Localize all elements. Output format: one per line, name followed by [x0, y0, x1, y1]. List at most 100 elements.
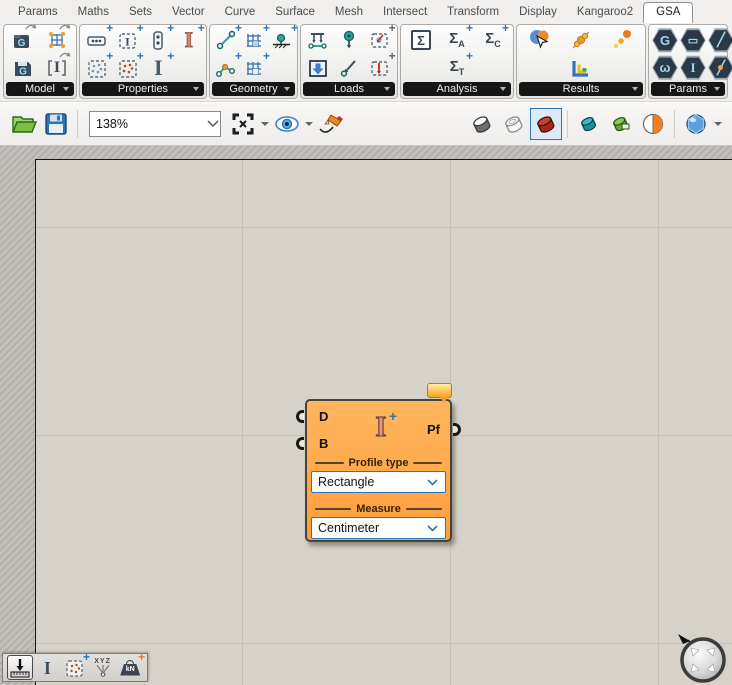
create-node-load-icon[interactable] [336, 55, 362, 81]
result-diagram-icon[interactable] [568, 27, 594, 53]
svg-text:G: G [19, 66, 27, 77]
toolbar-separator [674, 110, 675, 138]
profile-type-dropdown[interactable]: Rectangle [311, 471, 446, 493]
input-port-b[interactable] [296, 437, 304, 450]
create-catalogue-profile-icon[interactable]: I + [176, 27, 202, 53]
ribbon-gsa: G G I Model + I [0, 22, 732, 102]
preview-quality-button[interactable] [637, 108, 669, 140]
tab-transform[interactable]: Transform [437, 3, 509, 22]
preview-mesh-settings-button[interactable] [605, 108, 637, 140]
open-file-button[interactable] [8, 108, 40, 140]
svg-text:I: I [125, 35, 130, 49]
create-beam-load-icon[interactable] [305, 27, 331, 53]
xyz-point-tool-button[interactable]: XYZ [90, 655, 116, 680]
tab-mesh[interactable]: Mesh [325, 3, 373, 22]
analyse-model-icon[interactable]: Σ [408, 27, 434, 53]
result-layered-icon[interactable] [568, 55, 594, 81]
grasshopper-canvas[interactable]: D B Pf I + Profile type Rectangle Measur… [0, 146, 732, 685]
measure-dropdown[interactable]: Centimeter [311, 517, 446, 539]
create-material-icon[interactable]: + [115, 55, 141, 81]
create-grid-line-load-icon[interactable]: + [367, 55, 393, 81]
tab-kangaroo2[interactable]: Kangaroo2 [567, 3, 643, 22]
create-profile-icon[interactable]: I + [145, 55, 171, 81]
ribbon-group-geometry: + + + + + Geometry [209, 24, 298, 99]
output-label-pf: Pf [427, 422, 440, 437]
material-tool-button[interactable]: + [62, 655, 88, 680]
param-member1d-hex-icon[interactable]: ╱ [708, 55, 732, 81]
group-menu-results[interactable]: Results [519, 82, 643, 96]
tab-gsa[interactable]: GSA [643, 2, 693, 23]
save-gsa-model-icon[interactable]: G [10, 55, 36, 81]
param-element1d-hex-icon[interactable]: ╱ [708, 27, 732, 53]
create-spring-property-icon[interactable]: + [84, 55, 110, 81]
elevation-tool-button[interactable] [7, 655, 33, 680]
toolbar-separator [77, 110, 78, 138]
param-section-hex-icon[interactable]: I [680, 55, 706, 81]
profile-tool-button[interactable]: I [34, 655, 60, 680]
param-offset-hex-icon[interactable]: ω [652, 55, 678, 81]
section-header-profile-type: Profile type [315, 457, 442, 469]
param-model-hex-icon[interactable]: G [652, 27, 678, 53]
group-menu-properties[interactable]: Properties [82, 82, 204, 96]
create-gravity-load-icon[interactable] [305, 55, 331, 81]
redirect-arrow-icon [25, 23, 37, 31]
chevron-down-icon [426, 478, 439, 487]
display-style-caret[interactable] [714, 122, 722, 126]
tab-sets[interactable]: Sets [119, 3, 162, 22]
input-label-d: D [319, 409, 328, 424]
create-element2d-icon[interactable]: + [241, 55, 267, 81]
tab-display[interactable]: Display [509, 3, 567, 22]
open-gsa-model-icon[interactable]: G [10, 27, 36, 53]
zoom-extents-button[interactable] [227, 108, 259, 140]
preview-eye-button[interactable] [271, 108, 303, 140]
create-profile-icon: I + [363, 411, 399, 445]
gsa-section-brackets-icon[interactable]: I [44, 55, 70, 81]
tab-params[interactable]: Params [8, 3, 68, 22]
combo-chevron-icon[interactable] [206, 119, 220, 129]
tab-intersect[interactable]: Intersect [373, 3, 437, 22]
component-shortcut-bar: I + XYZ kN + [2, 653, 148, 682]
group-menu-geometry[interactable]: Geometry [212, 82, 295, 96]
group-menu-arrow-icon [284, 87, 290, 91]
redirect-arrow-icon [59, 51, 71, 59]
group-menu-analysis[interactable]: Analysis [403, 82, 511, 96]
select-result-icon[interactable] [527, 27, 553, 53]
tab-curve[interactable]: Curve [215, 3, 266, 22]
create-point-load-icon[interactable] [336, 27, 362, 53]
kn-load-tool-button[interactable]: kN + [117, 655, 143, 680]
canvas-trackball-widget[interactable] [670, 626, 732, 685]
display-style-button[interactable] [680, 108, 712, 140]
create-support-icon[interactable]: + [269, 27, 295, 53]
preview-options-caret[interactable] [305, 122, 313, 126]
preview-selected-button[interactable] [573, 108, 605, 140]
result-points-icon[interactable] [609, 27, 635, 53]
zoom-level-combobox[interactable] [89, 111, 221, 137]
gsa-model-grid-icon[interactable] [44, 27, 70, 53]
save-file-button[interactable] [40, 108, 72, 140]
preview-wireframe-button[interactable] [498, 108, 530, 140]
profile-type-value: Rectangle [318, 475, 374, 489]
message-balloon-icon[interactable] [427, 383, 452, 398]
preview-shaded-button[interactable] [530, 108, 562, 140]
tab-surface[interactable]: Surface [265, 3, 325, 22]
tab-vector[interactable]: Vector [162, 3, 215, 22]
gsa-profile-component[interactable]: D B Pf I + Profile type Rectangle Measur… [305, 399, 452, 542]
zoom-options-caret[interactable] [261, 122, 269, 126]
param-bool6-hex-icon[interactable]: ▭ [680, 27, 706, 53]
group-menu-loads[interactable]: Loads [303, 82, 395, 96]
group-menu-model[interactable]: Model [6, 82, 74, 96]
sketch-tool-button[interactable] [315, 108, 347, 140]
measure-value: Centimeter [318, 521, 379, 535]
tab-maths[interactable]: Maths [68, 3, 119, 22]
zoom-level-input[interactable] [90, 117, 206, 131]
group-menu-arrow-icon [63, 87, 69, 91]
create-analysis-case-icon[interactable]: ΣT + [444, 55, 470, 81]
create-combination-case-icon[interactable]: ΣC + [480, 27, 506, 53]
group-menu-params[interactable]: Params [651, 82, 725, 96]
ribbon-group-analysis: Σ ΣA + ΣC + ΣT + Analysis [400, 24, 514, 99]
preview-off-button[interactable] [466, 108, 498, 140]
create-member1d-icon[interactable]: + [213, 55, 239, 81]
input-port-d[interactable] [296, 410, 304, 423]
ribbon-tab-bar: Params Maths Sets Vector Curve Surface M… [0, 0, 732, 22]
section-header-measure: Measure [315, 503, 442, 515]
